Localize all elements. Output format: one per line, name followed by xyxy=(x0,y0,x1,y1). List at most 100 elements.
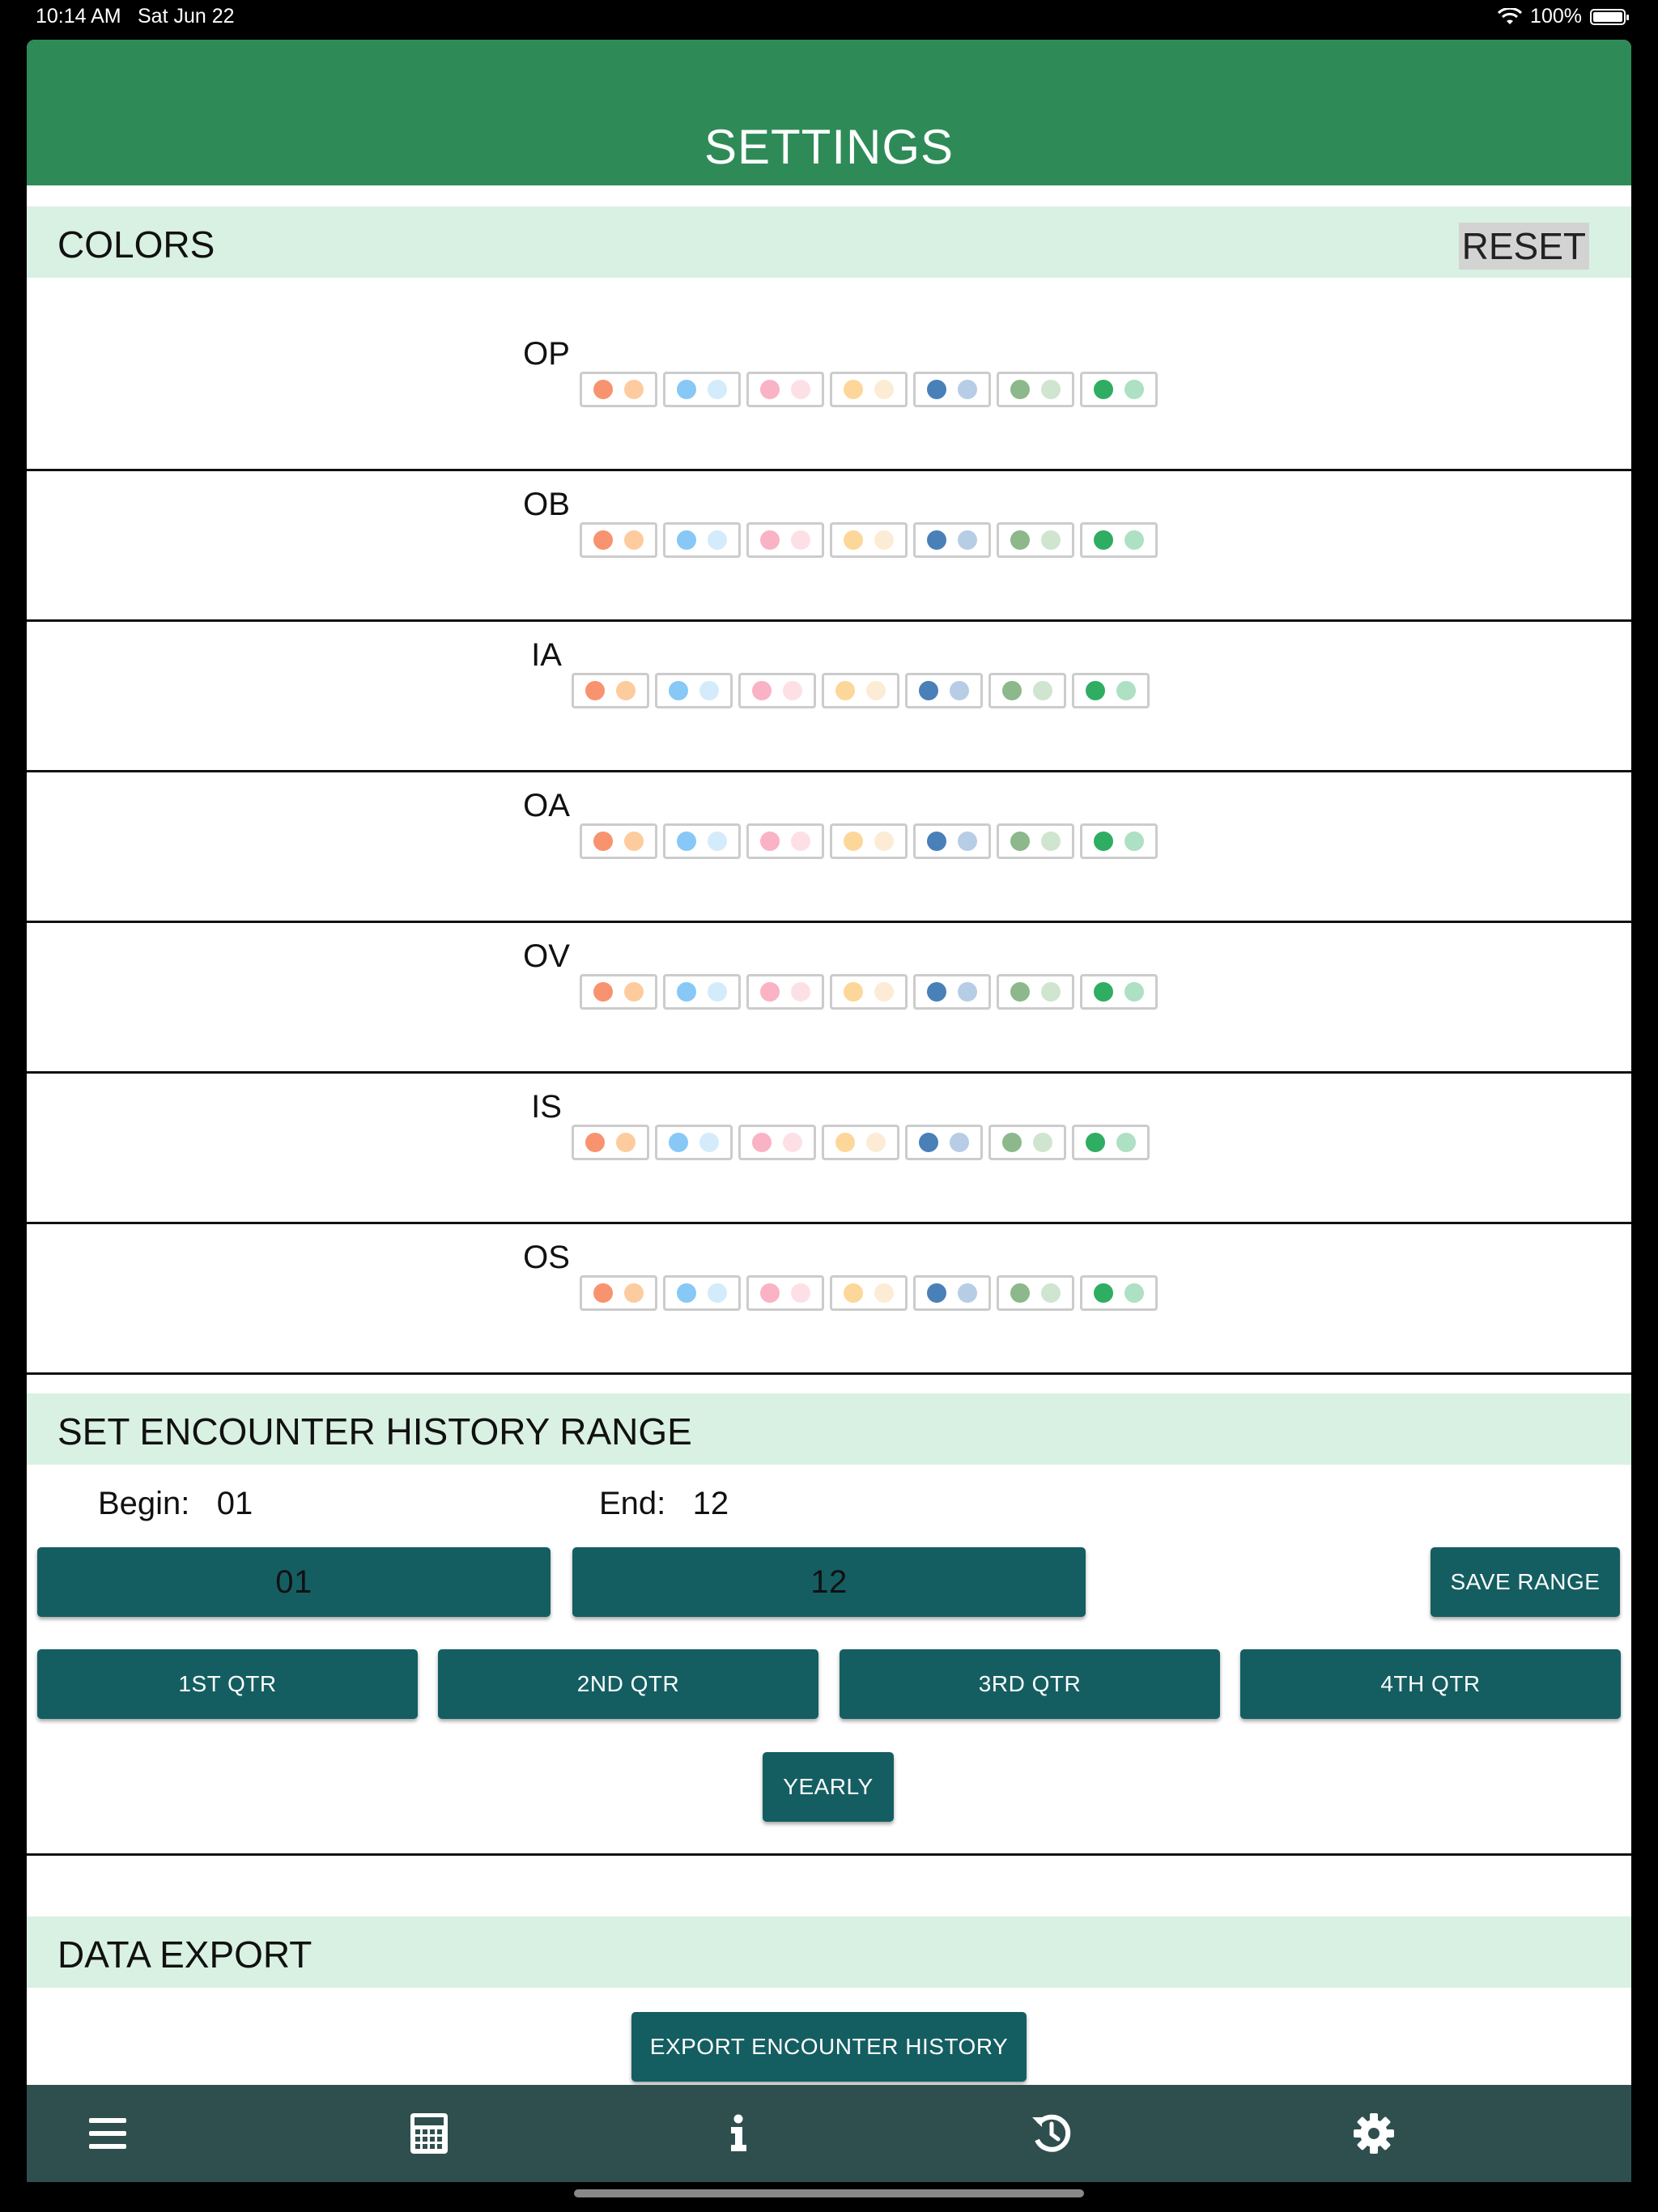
primary-color-dot xyxy=(1094,530,1113,550)
primary-color-dot xyxy=(844,832,863,851)
color-swatch-3[interactable] xyxy=(738,1125,816,1160)
history-icon xyxy=(1032,2114,1071,2152)
primary-color-dot xyxy=(593,832,613,851)
color-swatch-7[interactable] xyxy=(1072,673,1150,708)
history-section-header: SET ENCOUNTER HISTORY RANGE xyxy=(27,1393,1631,1465)
color-swatch-6[interactable] xyxy=(988,1125,1066,1160)
color-swatch-7[interactable] xyxy=(1080,522,1158,558)
color-row-label: OB xyxy=(523,487,570,522)
secondary-color-dot xyxy=(958,530,977,550)
tab-calculator[interactable] xyxy=(405,2109,453,2158)
color-swatch-3[interactable] xyxy=(746,372,824,407)
begin-month-picker[interactable]: 01 xyxy=(37,1547,551,1617)
primary-color-dot xyxy=(585,1133,605,1152)
color-swatch-1[interactable] xyxy=(580,522,657,558)
quarter-1-button[interactable]: 1ST QTR xyxy=(37,1649,418,1719)
secondary-color-dot xyxy=(616,681,636,700)
secondary-color-dot xyxy=(866,1133,886,1152)
primary-color-dot xyxy=(1086,1133,1105,1152)
color-swatch-6[interactable] xyxy=(997,1275,1074,1311)
color-swatch-5[interactable] xyxy=(913,522,991,558)
color-swatch-6[interactable] xyxy=(988,673,1066,708)
color-swatch-1[interactable] xyxy=(580,823,657,859)
secondary-color-dot xyxy=(958,380,977,399)
color-swatch-2[interactable] xyxy=(655,673,733,708)
color-swatch-2[interactable] xyxy=(663,823,741,859)
primary-color-dot xyxy=(1094,380,1113,399)
color-swatch-3[interactable] xyxy=(746,1275,824,1311)
color-swatch-5[interactable] xyxy=(913,974,991,1010)
color-swatch-7[interactable] xyxy=(1080,1275,1158,1311)
color-swatch-4[interactable] xyxy=(830,1275,908,1311)
color-swatch-5[interactable] xyxy=(905,1125,983,1160)
status-bar: 10:14 AM Sat Jun 22 100% xyxy=(0,0,1658,39)
color-swatch-1[interactable] xyxy=(580,372,657,407)
color-swatch-1[interactable] xyxy=(580,974,657,1010)
color-swatch-7[interactable] xyxy=(1072,1125,1150,1160)
quarter-4-button[interactable]: 4TH QTR xyxy=(1240,1649,1621,1719)
color-swatch-3[interactable] xyxy=(746,823,824,859)
color-swatch-1[interactable] xyxy=(572,673,649,708)
primary-color-dot xyxy=(593,1283,613,1303)
primary-color-dot xyxy=(927,982,946,1002)
secondary-color-dot xyxy=(699,1133,719,1152)
primary-color-dot xyxy=(835,1133,855,1152)
color-swatch-3[interactable] xyxy=(746,522,824,558)
color-swatch-2[interactable] xyxy=(663,974,741,1010)
tab-info[interactable] xyxy=(714,2109,763,2158)
color-swatch-5[interactable] xyxy=(913,1275,991,1311)
tab-history[interactable] xyxy=(1027,2109,1076,2158)
color-swatch-4[interactable] xyxy=(830,974,908,1010)
color-swatch-4[interactable] xyxy=(830,522,908,558)
primary-color-dot xyxy=(760,982,780,1002)
secondary-color-dot xyxy=(708,832,727,851)
yearly-button[interactable]: YEARLY xyxy=(763,1752,894,1822)
color-swatch-2[interactable] xyxy=(663,372,741,407)
primary-color-dot xyxy=(760,530,780,550)
color-swatch-5[interactable] xyxy=(913,372,991,407)
color-swatch-2[interactable] xyxy=(663,1275,741,1311)
color-swatch-5[interactable] xyxy=(905,673,983,708)
color-swatch-7[interactable] xyxy=(1080,372,1158,407)
end-month-picker[interactable]: 12 xyxy=(572,1547,1086,1617)
quarter-3-button[interactable]: 3RD QTR xyxy=(840,1649,1220,1719)
home-indicator[interactable] xyxy=(574,2189,1084,2197)
color-swatch-7[interactable] xyxy=(1080,974,1158,1010)
color-swatch-6[interactable] xyxy=(997,372,1074,407)
color-row-ia: IA xyxy=(27,621,1631,772)
tab-menu[interactable] xyxy=(83,2109,132,2158)
color-swatches xyxy=(580,522,1158,558)
quarter-2-button[interactable]: 2ND QTR xyxy=(438,1649,818,1719)
color-swatch-4[interactable] xyxy=(830,372,908,407)
color-swatch-3[interactable] xyxy=(746,974,824,1010)
secondary-color-dot xyxy=(874,832,894,851)
secondary-color-dot xyxy=(791,1283,810,1303)
primary-color-dot xyxy=(760,380,780,399)
tab-settings[interactable] xyxy=(1350,2109,1398,2158)
primary-color-dot xyxy=(593,982,613,1002)
color-swatch-4[interactable] xyxy=(822,1125,899,1160)
color-swatch-2[interactable] xyxy=(663,522,741,558)
color-swatch-2[interactable] xyxy=(655,1125,733,1160)
color-swatch-1[interactable] xyxy=(580,1275,657,1311)
color-swatch-5[interactable] xyxy=(913,823,991,859)
color-swatch-1[interactable] xyxy=(572,1125,649,1160)
primary-color-dot xyxy=(1002,681,1022,700)
export-section-title: DATA EXPORT xyxy=(57,1933,312,1976)
color-swatch-6[interactable] xyxy=(997,522,1074,558)
wifi-icon xyxy=(1498,7,1523,24)
color-swatch-3[interactable] xyxy=(738,673,816,708)
color-swatch-4[interactable] xyxy=(830,823,908,859)
primary-color-dot xyxy=(760,1283,780,1303)
color-swatch-6[interactable] xyxy=(997,974,1074,1010)
export-history-button[interactable]: EXPORT ENCOUNTER HISTORY xyxy=(631,2012,1027,2082)
reset-button[interactable]: RESET xyxy=(1458,223,1589,270)
primary-color-dot xyxy=(593,530,613,550)
save-range-button[interactable]: SAVE RANGE xyxy=(1431,1547,1620,1617)
secondary-color-dot xyxy=(874,1283,894,1303)
secondary-color-dot xyxy=(791,380,810,399)
color-swatch-6[interactable] xyxy=(997,823,1074,859)
primary-color-dot xyxy=(927,1283,946,1303)
color-swatch-7[interactable] xyxy=(1080,823,1158,859)
color-swatch-4[interactable] xyxy=(822,673,899,708)
